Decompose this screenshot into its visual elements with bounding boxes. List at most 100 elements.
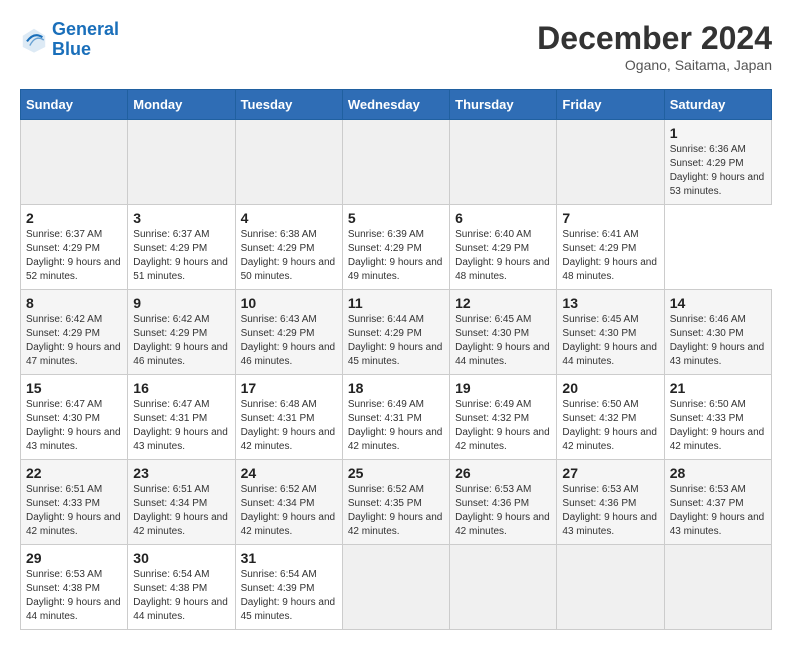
calendar-day-cell: 19Sunrise: 6:49 AMSunset: 4:32 PMDayligh… bbox=[450, 375, 557, 460]
calendar-empty-cell bbox=[128, 120, 235, 205]
calendar-day-cell bbox=[450, 545, 557, 630]
calendar-day-cell bbox=[342, 545, 449, 630]
calendar-header-sunday: Sunday bbox=[21, 90, 128, 120]
title-area: December 2024 Ogano, Saitama, Japan bbox=[537, 20, 772, 73]
calendar-week-row: 2 Sunrise: 6:37 AMSunset: 4:29 PMDaylight… bbox=[21, 205, 772, 290]
day-number: 5 bbox=[348, 210, 444, 226]
calendar-header-monday: Monday bbox=[128, 90, 235, 120]
day-number: 9 bbox=[133, 295, 229, 311]
day-number: 31 bbox=[241, 550, 337, 566]
calendar-day-cell: 8Sunrise: 6:42 AMSunset: 4:29 PMDaylight… bbox=[21, 290, 128, 375]
calendar-day-cell: 13Sunrise: 6:45 AMSunset: 4:30 PMDayligh… bbox=[557, 290, 664, 375]
day-info: Sunrise: 6:39 AMSunset: 4:29 PMDaylight:… bbox=[348, 228, 444, 284]
calendar-day-cell: 1 Sunrise: 6:36 AMSunset: 4:29 PMDaylight… bbox=[664, 120, 771, 205]
calendar-day-cell: 21 Sunrise: 6:50 AMSunset: 4:33 PMDayligh… bbox=[664, 375, 771, 460]
day-number: 6 bbox=[455, 210, 551, 226]
day-number: 3 bbox=[133, 210, 229, 226]
location-subtitle: Ogano, Saitama, Japan bbox=[537, 57, 772, 73]
calendar-header-thursday: Thursday bbox=[450, 90, 557, 120]
calendar-day-cell: 18Sunrise: 6:49 AMSunset: 4:31 PMDayligh… bbox=[342, 375, 449, 460]
calendar-day-cell: 31 Sunrise: 6:54 AMSunset: 4:39 PMDayligh… bbox=[235, 545, 342, 630]
calendar-header-friday: Friday bbox=[557, 90, 664, 120]
calendar-day-cell: 14Sunrise: 6:46 AMSunset: 4:30 PMDayligh… bbox=[664, 290, 771, 375]
calendar-day-cell: 22Sunrise: 6:51 AMSunset: 4:33 PMDayligh… bbox=[21, 460, 128, 545]
day-info: Sunrise: 6:45 AMSunset: 4:30 PMDaylight:… bbox=[562, 313, 658, 369]
logo: General Blue bbox=[20, 20, 119, 60]
calendar-day-cell: 15Sunrise: 6:47 AMSunset: 4:30 PMDayligh… bbox=[21, 375, 128, 460]
day-info: Sunrise: 6:36 AMSunset: 4:29 PMDaylight:… bbox=[670, 143, 766, 199]
day-number: 8 bbox=[26, 295, 122, 311]
day-info: Sunrise: 6:44 AMSunset: 4:29 PMDaylight:… bbox=[348, 313, 444, 369]
calendar-table: SundayMondayTuesdayWednesdayThursdayFrid… bbox=[20, 89, 772, 630]
calendar-day-cell: 26 Sunrise: 6:53 AMSunset: 4:36 PMDayligh… bbox=[450, 460, 557, 545]
day-number: 28 bbox=[670, 465, 766, 481]
day-info: Sunrise: 6:52 AMSunset: 4:35 PMDaylight:… bbox=[348, 483, 444, 539]
day-info: Sunrise: 6:42 AMSunset: 4:29 PMDaylight:… bbox=[133, 313, 229, 369]
day-info: Sunrise: 6:46 AMSunset: 4:30 PMDaylight:… bbox=[670, 313, 766, 369]
calendar-day-cell: 3 Sunrise: 6:37 AMSunset: 4:29 PMDaylight… bbox=[128, 205, 235, 290]
day-info: Sunrise: 6:54 AMSunset: 4:38 PMDaylight:… bbox=[133, 568, 229, 624]
calendar-day-cell bbox=[664, 545, 771, 630]
day-number: 1 bbox=[670, 125, 766, 141]
calendar-day-cell: 30Sunrise: 6:54 AMSunset: 4:38 PMDayligh… bbox=[128, 545, 235, 630]
day-info: Sunrise: 6:47 AMSunset: 4:31 PMDaylight:… bbox=[133, 398, 229, 454]
day-number: 24 bbox=[241, 465, 337, 481]
day-info: Sunrise: 6:47 AMSunset: 4:30 PMDaylight:… bbox=[26, 398, 122, 454]
day-number: 4 bbox=[241, 210, 337, 226]
calendar-day-cell: 6 Sunrise: 6:40 AMSunset: 4:29 PMDaylight… bbox=[450, 205, 557, 290]
calendar-day-cell: 4 Sunrise: 6:38 AMSunset: 4:29 PMDaylight… bbox=[235, 205, 342, 290]
day-info: Sunrise: 6:53 AMSunset: 4:36 PMDaylight:… bbox=[562, 483, 658, 539]
calendar-week-row: 22Sunrise: 6:51 AMSunset: 4:33 PMDayligh… bbox=[21, 460, 772, 545]
day-info: Sunrise: 6:37 AMSunset: 4:29 PMDaylight:… bbox=[26, 228, 122, 284]
day-info: Sunrise: 6:40 AMSunset: 4:29 PMDaylight:… bbox=[455, 228, 551, 284]
calendar-day-cell: 16 Sunrise: 6:47 AMSunset: 4:31 PMDayligh… bbox=[128, 375, 235, 460]
calendar-header-tuesday: Tuesday bbox=[235, 90, 342, 120]
calendar-day-cell: 9 Sunrise: 6:42 AMSunset: 4:29 PMDaylight… bbox=[128, 290, 235, 375]
day-info: Sunrise: 6:53 AMSunset: 4:36 PMDaylight:… bbox=[455, 483, 551, 539]
day-number: 25 bbox=[348, 465, 444, 481]
day-info: Sunrise: 6:53 AMSunset: 4:38 PMDaylight:… bbox=[26, 568, 122, 624]
day-info: Sunrise: 6:51 AMSunset: 4:34 PMDaylight:… bbox=[133, 483, 229, 539]
day-info: Sunrise: 6:50 AMSunset: 4:32 PMDaylight:… bbox=[562, 398, 658, 454]
calendar-header-saturday: Saturday bbox=[664, 90, 771, 120]
day-info: Sunrise: 6:52 AMSunset: 4:34 PMDaylight:… bbox=[241, 483, 337, 539]
day-info: Sunrise: 6:43 AMSunset: 4:29 PMDaylight:… bbox=[241, 313, 337, 369]
day-number: 27 bbox=[562, 465, 658, 481]
calendar-empty-cell bbox=[235, 120, 342, 205]
day-number: 2 bbox=[26, 210, 122, 226]
day-info: Sunrise: 6:54 AMSunset: 4:39 PMDaylight:… bbox=[241, 568, 337, 624]
day-info: Sunrise: 6:45 AMSunset: 4:30 PMDaylight:… bbox=[455, 313, 551, 369]
calendar-day-cell: 12Sunrise: 6:45 AMSunset: 4:30 PMDayligh… bbox=[450, 290, 557, 375]
day-number: 21 bbox=[670, 380, 766, 396]
calendar-day-cell: 25 Sunrise: 6:52 AMSunset: 4:35 PMDayligh… bbox=[342, 460, 449, 545]
calendar-week-row: 8 Sunrise: 6:42 AMSunset: 4:29 PMDaylight… bbox=[21, 290, 772, 375]
day-number: 19 bbox=[455, 380, 551, 396]
calendar-day-cell: 2 Sunrise: 6:37 AMSunset: 4:29 PMDaylight… bbox=[21, 205, 128, 290]
day-number: 10 bbox=[241, 295, 337, 311]
calendar-day-cell: 20 Sunrise: 6:50 AMSunset: 4:32 PMDayligh… bbox=[557, 375, 664, 460]
day-number: 17 bbox=[241, 380, 337, 396]
calendar-day-cell: 28Sunrise: 6:53 AMSunset: 4:37 PMDayligh… bbox=[664, 460, 771, 545]
calendar-empty-cell bbox=[557, 120, 664, 205]
day-info: Sunrise: 6:37 AMSunset: 4:29 PMDaylight:… bbox=[133, 228, 229, 284]
calendar-week-row: 1 Sunrise: 6:36 AMSunset: 4:29 PMDaylight… bbox=[21, 120, 772, 205]
page-header: General Blue December 2024 Ogano, Saitam… bbox=[20, 20, 772, 73]
day-number: 29 bbox=[26, 550, 122, 566]
calendar-day-cell: 7Sunrise: 6:41 AMSunset: 4:29 PMDaylight… bbox=[557, 205, 664, 290]
logo-icon bbox=[20, 26, 48, 54]
day-number: 20 bbox=[562, 380, 658, 396]
month-title: December 2024 bbox=[537, 20, 772, 57]
calendar-week-row: 29 Sunrise: 6:53 AMSunset: 4:38 PMDayligh… bbox=[21, 545, 772, 630]
calendar-day-cell: 5 Sunrise: 6:39 AMSunset: 4:29 PMDaylight… bbox=[342, 205, 449, 290]
day-number: 16 bbox=[133, 380, 229, 396]
day-info: Sunrise: 6:50 AMSunset: 4:33 PMDaylight:… bbox=[670, 398, 766, 454]
calendar-empty-cell bbox=[450, 120, 557, 205]
day-info: Sunrise: 6:48 AMSunset: 4:31 PMDaylight:… bbox=[241, 398, 337, 454]
day-info: Sunrise: 6:38 AMSunset: 4:29 PMDaylight:… bbox=[241, 228, 337, 284]
calendar-day-cell: 29 Sunrise: 6:53 AMSunset: 4:38 PMDayligh… bbox=[21, 545, 128, 630]
calendar-day-cell: 10 Sunrise: 6:43 AMSunset: 4:29 PMDayligh… bbox=[235, 290, 342, 375]
day-number: 22 bbox=[26, 465, 122, 481]
calendar-empty-cell bbox=[342, 120, 449, 205]
calendar-day-cell bbox=[557, 545, 664, 630]
day-number: 26 bbox=[455, 465, 551, 481]
